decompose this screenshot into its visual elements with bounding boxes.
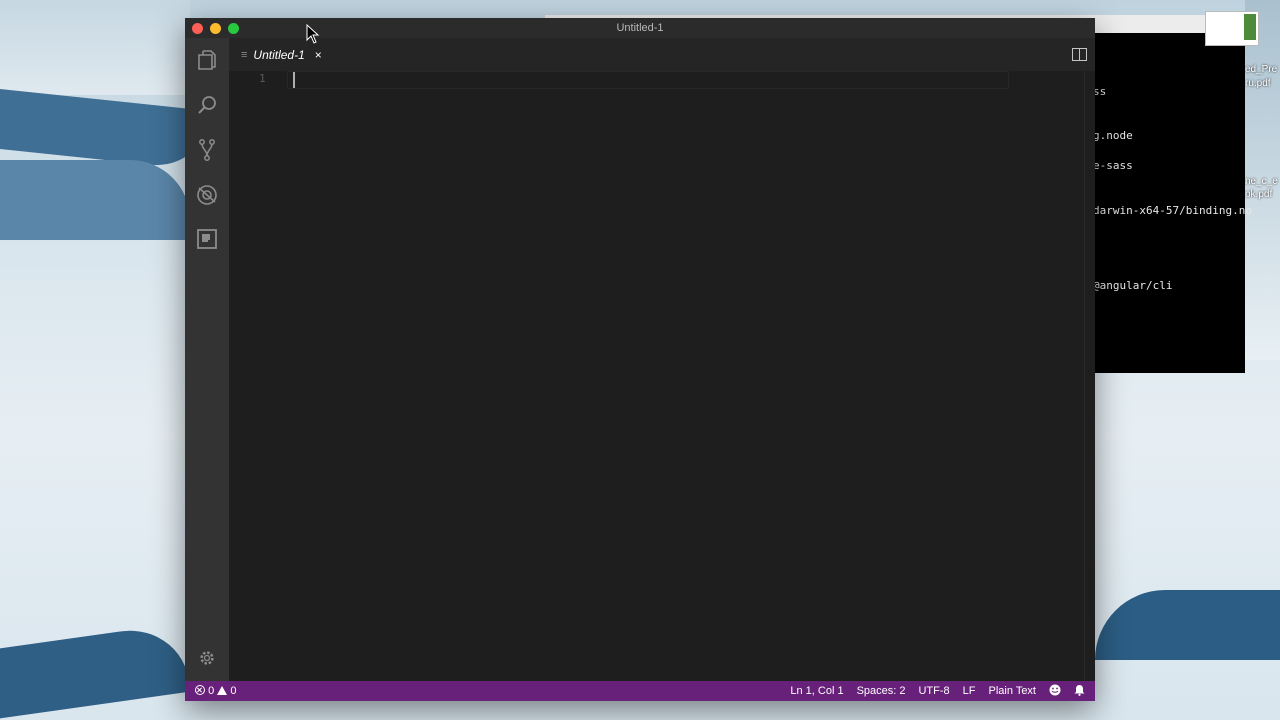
desktop-file-label[interactable]: ne_c_e xyxy=(1245,175,1280,188)
title-bar[interactable]: Untitled-1 xyxy=(185,18,1095,38)
gear-icon[interactable] xyxy=(197,648,217,668)
warning-icon xyxy=(217,686,228,695)
error-icon xyxy=(195,685,205,695)
desktop-wallpaper xyxy=(1095,590,1280,660)
close-window-button[interactable] xyxy=(192,23,203,34)
search-icon[interactable] xyxy=(195,93,219,117)
line-number: 1 xyxy=(259,72,266,85)
split-editor-icon[interactable] xyxy=(1072,48,1087,61)
notifications-bell-icon[interactable] xyxy=(1074,681,1085,701)
terminal-line: darwin-x64-57/binding.no xyxy=(1093,204,1252,217)
encoding[interactable]: UTF-8 xyxy=(918,681,949,701)
desktop-wallpaper xyxy=(0,0,190,95)
text-cursor xyxy=(293,72,295,88)
status-bar: 0 0 Ln 1, Col 1 Spaces: 2 UTF-8 LF Plain… xyxy=(185,681,1095,701)
problems-indicator[interactable]: 0 0 xyxy=(195,681,236,701)
desktop-wallpaper xyxy=(0,621,190,719)
warning-count: 0 xyxy=(230,685,237,697)
desktop-file-label[interactable]: ru.pdf xyxy=(1245,77,1280,90)
activity-bar xyxy=(185,38,229,681)
editor-area[interactable]: 1 xyxy=(229,71,1085,681)
tab-label: Untitled-1 xyxy=(253,47,305,62)
cursor-position[interactable]: Ln 1, Col 1 xyxy=(790,681,843,701)
desktop-file-label[interactable]: ok.pdf xyxy=(1245,188,1280,201)
source-control-icon[interactable] xyxy=(195,138,219,162)
line-ending[interactable]: LF xyxy=(963,681,976,701)
editor-window: Untitled-1 ≡ Untitled-1 × 1 0 0 Ln 1, Co… xyxy=(185,18,1095,701)
close-tab-icon[interactable]: × xyxy=(315,48,322,62)
desktop-wallpaper xyxy=(0,88,210,172)
error-count: 0 xyxy=(208,685,215,697)
file-icon: ≡ xyxy=(241,48,248,61)
language-mode[interactable]: Plain Text xyxy=(989,681,1037,701)
indentation[interactable]: Spaces: 2 xyxy=(857,681,906,701)
feedback-smiley-icon[interactable] xyxy=(1049,681,1061,701)
terminal-line: g.node xyxy=(1093,129,1133,142)
mouse-pointer-icon xyxy=(306,24,320,44)
current-line-highlight xyxy=(287,71,1009,89)
tab-bar: ≡ Untitled-1 × xyxy=(229,38,1095,71)
window-title: Untitled-1 xyxy=(616,22,664,34)
desktop-wallpaper xyxy=(0,160,190,240)
vertical-scrollbar[interactable] xyxy=(1084,71,1095,681)
minimize-window-button[interactable] xyxy=(210,23,221,34)
extensions-icon[interactable] xyxy=(195,227,219,251)
debug-icon[interactable] xyxy=(195,183,219,207)
terminal-line: @angular/cli xyxy=(1093,279,1173,292)
desktop-file-thumbnail[interactable] xyxy=(1205,11,1259,46)
explorer-icon[interactable] xyxy=(195,48,219,72)
terminal-line: e-sass xyxy=(1093,159,1133,172)
maximize-window-button[interactable] xyxy=(228,23,239,34)
desktop-file-label[interactable]: ed_Pre xyxy=(1245,63,1280,76)
